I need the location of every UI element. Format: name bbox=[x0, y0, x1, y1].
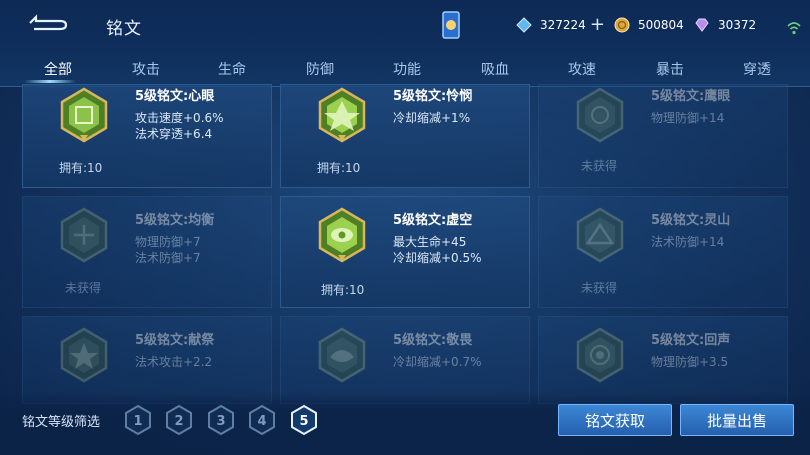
tab-function[interactable]: 功能 bbox=[377, 59, 437, 79]
inscription-stat: 冷却缩减+0.7% bbox=[393, 355, 482, 369]
inscription-stat: 攻击速度+0.6% bbox=[135, 111, 224, 125]
inscription-emblem-icon bbox=[318, 87, 366, 143]
crystal-gem-icon bbox=[695, 18, 709, 32]
inscription-name: 5级铭文:心眼 bbox=[135, 89, 215, 104]
inscription-stat: 冷却缩减+0.5% bbox=[393, 251, 482, 265]
tab-health[interactable]: 生命 bbox=[202, 59, 262, 79]
crystal-value: 30372 bbox=[718, 18, 757, 32]
tab-all[interactable]: 全部 bbox=[28, 59, 88, 79]
bulk-sell-button[interactable]: 批量出售 bbox=[680, 404, 794, 436]
inscription-card[interactable]: 5级铭文:怜悯 冷却缩减+1% 拥有:10 bbox=[280, 84, 530, 188]
inscription-emblem-icon bbox=[576, 87, 624, 143]
diamond-coupon-icon bbox=[516, 17, 532, 33]
level-filter-2-label: 2 bbox=[174, 414, 183, 429]
inscription-name: 5级铭文:均衡 bbox=[135, 213, 215, 228]
inscription-stat: 法术防御+14 bbox=[651, 235, 725, 249]
inscription-emblem-icon bbox=[60, 87, 108, 143]
inscription-card[interactable]: 5级铭文:回声 物理防御+3.5 bbox=[538, 316, 788, 404]
currency-gold: 500804 bbox=[614, 14, 684, 36]
inscription-card[interactable]: 5级铭文:虚空 最大生命+45 冷却缩减+0.5% 拥有:10 bbox=[280, 196, 530, 308]
level-filter-3[interactable]: 3 bbox=[207, 404, 235, 436]
gold-value: 500804 bbox=[638, 18, 684, 32]
diamond-value: 327224 bbox=[540, 18, 586, 32]
page-title: 铭文 bbox=[106, 19, 142, 39]
tab-critical[interactable]: 暴击 bbox=[640, 59, 700, 79]
inscription-stat: 法术攻击+2.2 bbox=[135, 355, 213, 369]
not-obtained-label: 未获得 bbox=[65, 281, 102, 295]
level-filter-4[interactable]: 4 bbox=[248, 404, 276, 436]
top-bar: 铭文 327224 + 500804 30372 bbox=[0, 0, 810, 52]
inscription-emblem-icon bbox=[576, 327, 624, 383]
inscription-card[interactable]: 5级铭文:鹰眼 物理防御+14 未获得 bbox=[538, 84, 788, 188]
level-filter-5-label: 5 bbox=[299, 414, 308, 429]
inscription-stat: 物理防御+7 bbox=[135, 235, 201, 249]
inscription-name: 5级铭文:怜悯 bbox=[393, 89, 473, 104]
inscription-card[interactable]: 5级铭文:敬畏 冷却缩减+0.7% bbox=[280, 316, 530, 404]
tab-defense[interactable]: 防御 bbox=[290, 59, 350, 79]
active-tab-indicator bbox=[24, 80, 76, 83]
level-filter-3-label: 3 bbox=[216, 414, 225, 429]
inscription-emblem-icon bbox=[60, 327, 108, 383]
inscription-card[interactable]: 5级铭文:灵山 法术防御+14 未获得 bbox=[538, 196, 788, 308]
inscription-emblem-icon bbox=[318, 207, 366, 263]
inscription-card[interactable]: 5级铭文:献祭 法术攻击+2.2 bbox=[22, 316, 272, 404]
inscription-stat: 法术防御+7 bbox=[135, 251, 201, 265]
owned-count: 拥有:10 bbox=[321, 283, 365, 297]
level-filter-label: 铭文等级筛选 bbox=[22, 415, 101, 430]
not-obtained-label: 未获得 bbox=[581, 281, 618, 295]
back-arrow-icon[interactable] bbox=[26, 12, 70, 34]
level-filter-1[interactable]: 1 bbox=[124, 404, 152, 436]
inscription-name: 5级铭文:敬畏 bbox=[393, 333, 473, 348]
inscription-name: 5级铭文:回声 bbox=[651, 333, 731, 348]
level-filter-4-label: 4 bbox=[257, 414, 266, 429]
inscription-name: 5级铭文:鹰眼 bbox=[651, 89, 731, 104]
inscription-stat: 物理防御+14 bbox=[651, 111, 725, 125]
inscription-stat: 法术穿透+6.4 bbox=[135, 127, 213, 141]
inscription-name: 5级铭文:献祭 bbox=[135, 333, 215, 348]
inscription-acquire-button[interactable]: 铭文获取 bbox=[558, 404, 672, 436]
tab-attack[interactable]: 攻击 bbox=[116, 59, 176, 79]
wifi-icon bbox=[787, 22, 801, 35]
inscription-card[interactable]: 5级铭文:心眼 攻击速度+0.6% 法术穿透+6.4 拥有:10 bbox=[22, 84, 272, 188]
add-currency-button[interactable]: + bbox=[590, 16, 605, 34]
inscription-emblem-icon bbox=[576, 207, 624, 263]
inscription-stat: 最大生命+45 bbox=[393, 235, 467, 249]
owned-count: 拥有:10 bbox=[317, 161, 361, 175]
not-obtained-label: 未获得 bbox=[581, 159, 618, 173]
inscription-card[interactable]: 5级铭文:均衡 物理防御+7 法术防御+7 未获得 bbox=[22, 196, 272, 308]
level-filter-5[interactable]: 5 bbox=[290, 404, 318, 436]
inscription-shop-icon[interactable] bbox=[440, 10, 462, 40]
tab-attack-speed[interactable]: 攻速 bbox=[552, 59, 612, 79]
tab-penetration[interactable]: 穿透 bbox=[727, 59, 787, 79]
inscription-emblem-icon bbox=[60, 207, 108, 263]
level-filter-1-label: 1 bbox=[133, 414, 142, 429]
gold-coin-icon bbox=[614, 17, 630, 33]
inscription-name: 5级铭文:虚空 bbox=[393, 213, 473, 228]
owned-count: 拥有:10 bbox=[59, 161, 103, 175]
currency-diamond: 327224 + bbox=[516, 14, 605, 36]
inscription-name: 5级铭文:灵山 bbox=[651, 213, 731, 228]
inscription-emblem-icon bbox=[318, 327, 366, 383]
level-filter-2[interactable]: 2 bbox=[165, 404, 193, 436]
inscription-stat: 冷却缩减+1% bbox=[393, 111, 471, 125]
tab-lifesteal[interactable]: 吸血 bbox=[465, 59, 525, 79]
inscription-stat: 物理防御+3.5 bbox=[651, 355, 729, 369]
currency-crystal: 30372 bbox=[694, 14, 756, 36]
category-tabs: 全部 攻击 生命 防御 功能 吸血 攻速 暴击 穿透 bbox=[0, 52, 810, 87]
